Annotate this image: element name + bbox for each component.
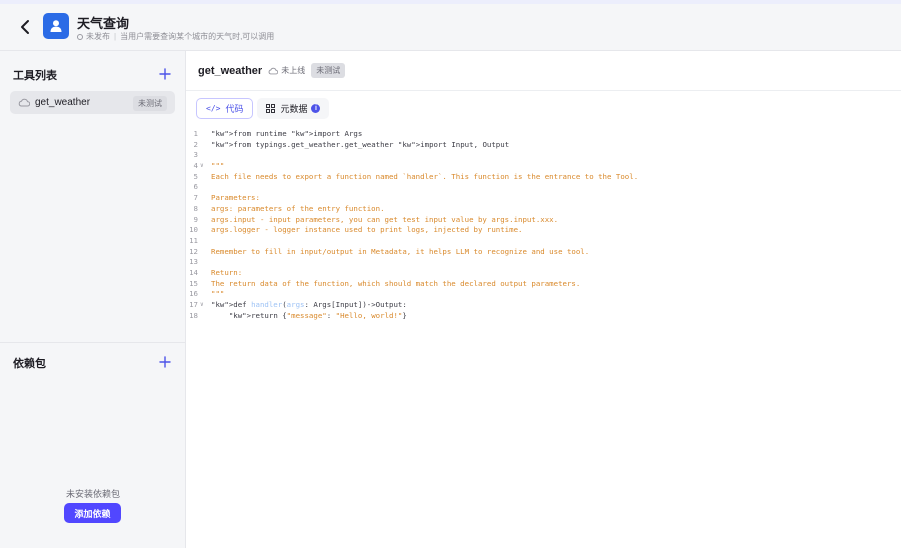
line-number: 9 bbox=[193, 214, 198, 224]
status-dot-icon bbox=[77, 33, 83, 40]
file-name: get_weather bbox=[198, 64, 263, 77]
info-icon: i bbox=[311, 104, 321, 113]
line-number: 3 bbox=[193, 150, 198, 160]
add-dependency-plus-button[interactable] bbox=[159, 355, 171, 368]
code-line: 12 Remember to fill in input/output in Me… bbox=[186, 247, 901, 258]
plus-icon bbox=[159, 68, 171, 80]
tab-metadata-label: 元数据 bbox=[280, 104, 308, 114]
code-text: "kw">return {"message": "Hello, world!"} bbox=[228, 310, 407, 320]
code-line: 11 bbox=[186, 236, 901, 247]
line-number: 7 bbox=[193, 193, 198, 203]
code-line: 3 bbox=[186, 150, 901, 161]
tool-item-get-weather[interactable]: get_weather 未测试 bbox=[10, 91, 175, 114]
code-line: 14 Return: bbox=[186, 268, 901, 279]
code-line: 7 Parameters: bbox=[186, 193, 901, 204]
sidebar: 工具列表 get_weather 未测试 依赖包 未安装依赖包 添加依赖 bbox=[0, 51, 186, 548]
line-number: 16 bbox=[189, 289, 198, 299]
dependencies-title: 依赖包 bbox=[13, 358, 46, 370]
code-line: 17 ∨ "kw">def handler(args: Args[Input])->… bbox=[186, 300, 901, 311]
code-text: args.logger - logger instance used to pr… bbox=[211, 225, 523, 235]
code-line: 10 args.logger - logger instance used to … bbox=[186, 225, 901, 236]
line-number: 17 bbox=[189, 300, 198, 309]
line-number: 4 bbox=[193, 161, 198, 171]
main-panel: get_weather 未上线 未测试 </> 代码 元数据 i 1 "kw">f… bbox=[186, 51, 901, 548]
online-status-label: 未上线 bbox=[281, 66, 306, 75]
no-dependencies-text: 未安装依赖包 bbox=[65, 489, 120, 499]
code-text: "kw">from typings.get_weather.get_weathe… bbox=[211, 139, 510, 149]
code-text: "kw">def handler(args: Args[Input])->Out… bbox=[211, 300, 407, 309]
code-line: 15 The return data of the function, which… bbox=[186, 279, 901, 290]
line-number: 13 bbox=[189, 257, 198, 267]
back-button[interactable] bbox=[17, 18, 35, 36]
sidebar-divider bbox=[0, 342, 185, 343]
line-number: 8 bbox=[193, 203, 198, 213]
code-line: 2 "kw">from typings.get_weather.get_weath… bbox=[186, 140, 901, 151]
page-title: 天气查询 bbox=[77, 16, 130, 31]
tool-description: 当用户需要查询某个城市的天气时,可以调用 bbox=[120, 32, 275, 41]
cloud-icon bbox=[268, 67, 279, 74]
tab-code-label: 代码 bbox=[225, 104, 244, 114]
fold-chevron-icon[interactable]: ∨ bbox=[200, 300, 204, 311]
line-number: 6 bbox=[193, 182, 198, 192]
add-tool-button[interactable] bbox=[159, 67, 171, 80]
code-text: Remember to fill in input/output in Meta… bbox=[211, 246, 590, 256]
tools-list-title: 工具列表 bbox=[13, 70, 57, 82]
code-line: 13 bbox=[186, 257, 901, 268]
line-number: 10 bbox=[189, 225, 198, 235]
code-text: args: parameters of the entry function. bbox=[211, 203, 385, 213]
line-number: 5 bbox=[193, 171, 198, 181]
code-text: Parameters: bbox=[211, 193, 260, 203]
header: 天气查询 未发布 | 当用户需要查询某个城市的天气时,可以调用 bbox=[0, 4, 901, 51]
tool-item-label: get_weather bbox=[35, 97, 91, 108]
code-text: """ bbox=[211, 161, 225, 171]
online-status: 未上线 bbox=[268, 65, 305, 76]
code-icon: </> bbox=[206, 104, 221, 113]
user-icon bbox=[50, 20, 62, 32]
fold-chevron-icon[interactable]: ∨ bbox=[200, 161, 204, 172]
separator: | bbox=[114, 32, 117, 41]
line-number: 2 bbox=[193, 139, 198, 149]
tab-metadata[interactable]: 元数据 i bbox=[257, 98, 330, 119]
code-text: "kw">from runtime "kw">import Args bbox=[211, 129, 363, 138]
app-icon bbox=[43, 13, 69, 39]
line-number: 11 bbox=[189, 235, 198, 245]
code-line: 5 Each file needs to export a function na… bbox=[186, 172, 901, 183]
header-subline: 未发布 | 当用户需要查询某个城市的天气时,可以调用 bbox=[77, 31, 274, 42]
code-line: 18 "kw">return {"message": "Hello, world… bbox=[186, 311, 901, 322]
code-line: 16 """ bbox=[186, 289, 901, 300]
code-line: 8 args: parameters of the entry function. bbox=[186, 204, 901, 215]
add-dependency-button[interactable]: 添加依赖 bbox=[64, 503, 121, 523]
code-line: 1 "kw">from runtime "kw">import Args bbox=[186, 129, 901, 140]
file-header: get_weather 未上线 未测试 bbox=[186, 51, 901, 91]
line-number: 14 bbox=[189, 267, 198, 277]
line-number: 1 bbox=[193, 129, 198, 138]
untested-badge: 未测试 bbox=[133, 96, 167, 111]
code-text: """ bbox=[211, 289, 225, 299]
line-number: 12 bbox=[189, 246, 198, 256]
code-text: Return: bbox=[211, 267, 243, 277]
code-line: 9 args.input - input parameters, you can … bbox=[186, 215, 901, 226]
code-editor[interactable]: 1 "kw">from runtime "kw">import Args 2 "kw"… bbox=[186, 129, 901, 321]
code-line: 4 ∨ """ bbox=[186, 161, 901, 172]
editor-tabs: </> 代码 元数据 i bbox=[196, 98, 330, 119]
code-text: args.input - input parameters, you can g… bbox=[211, 214, 559, 224]
code-text: Each file needs to export a function nam… bbox=[211, 171, 639, 181]
line-number: 15 bbox=[189, 278, 198, 288]
test-status-badge: 未测试 bbox=[311, 63, 346, 78]
plus-icon bbox=[159, 356, 171, 368]
chevron-left-icon bbox=[21, 20, 29, 34]
tab-code[interactable]: </> 代码 bbox=[196, 98, 254, 119]
code-text: The return data of the function, which s… bbox=[211, 278, 581, 288]
code-line: 6 bbox=[186, 182, 901, 193]
line-number: 18 bbox=[189, 310, 198, 320]
cloud-icon bbox=[18, 98, 30, 107]
publish-status: 未发布 bbox=[86, 32, 110, 41]
metadata-icon bbox=[266, 104, 276, 113]
